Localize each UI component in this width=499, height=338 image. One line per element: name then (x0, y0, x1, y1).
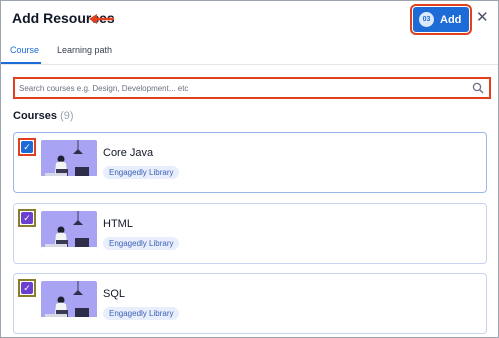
library-badge: Engagedly Library (103, 166, 180, 179)
course-checkbox[interactable]: ✓ (21, 282, 33, 294)
course-thumbnail (41, 281, 97, 326)
search-icon[interactable] (472, 82, 484, 94)
tab-course[interactable]: Course (10, 45, 39, 55)
tab-bar: Course Learning path (1, 37, 498, 65)
search-input[interactable] (19, 81, 459, 95)
course-title: Core Java (103, 147, 154, 159)
courses-section-title: Courses (9) (13, 110, 74, 122)
course-checkbox[interactable]: ✓ (21, 141, 33, 153)
course-card[interactable]: ✓ Core Java Engagedly Library (13, 132, 487, 193)
active-tab-indicator (1, 62, 41, 64)
add-button-label: Add (440, 13, 462, 26)
close-icon[interactable]: ✕ (476, 10, 489, 25)
library-badge: Engagedly Library (103, 307, 180, 320)
course-checkbox[interactable]: ✓ (21, 212, 33, 224)
annotation-arrow-icon (89, 14, 114, 24)
add-resources-dialog: Add Resources 03 Add ✕ Course Learning p… (0, 0, 499, 338)
course-title: HTML (103, 218, 133, 230)
course-list: ✓ Core Java Engagedly Library ✓ HTML Engagedl… (13, 132, 489, 337)
dialog-header: Add Resources 03 Add ✕ (1, 1, 498, 37)
course-thumbnail (41, 211, 97, 256)
selected-count-badge: 03 (419, 12, 434, 27)
course-thumbnail (41, 140, 97, 185)
library-badge: Engagedly Library (103, 237, 180, 250)
course-card[interactable]: ✓ SQL Engagedly Library (13, 273, 487, 334)
add-button[interactable]: 03 Add (410, 4, 472, 35)
section-title-text: Courses (13, 110, 58, 122)
section-count: (9) (60, 110, 74, 122)
course-card[interactable]: ✓ HTML Engagedly Library (13, 203, 487, 264)
course-title: SQL (103, 288, 126, 300)
search-box (13, 77, 491, 99)
tab-learning-path[interactable]: Learning path (57, 45, 112, 55)
